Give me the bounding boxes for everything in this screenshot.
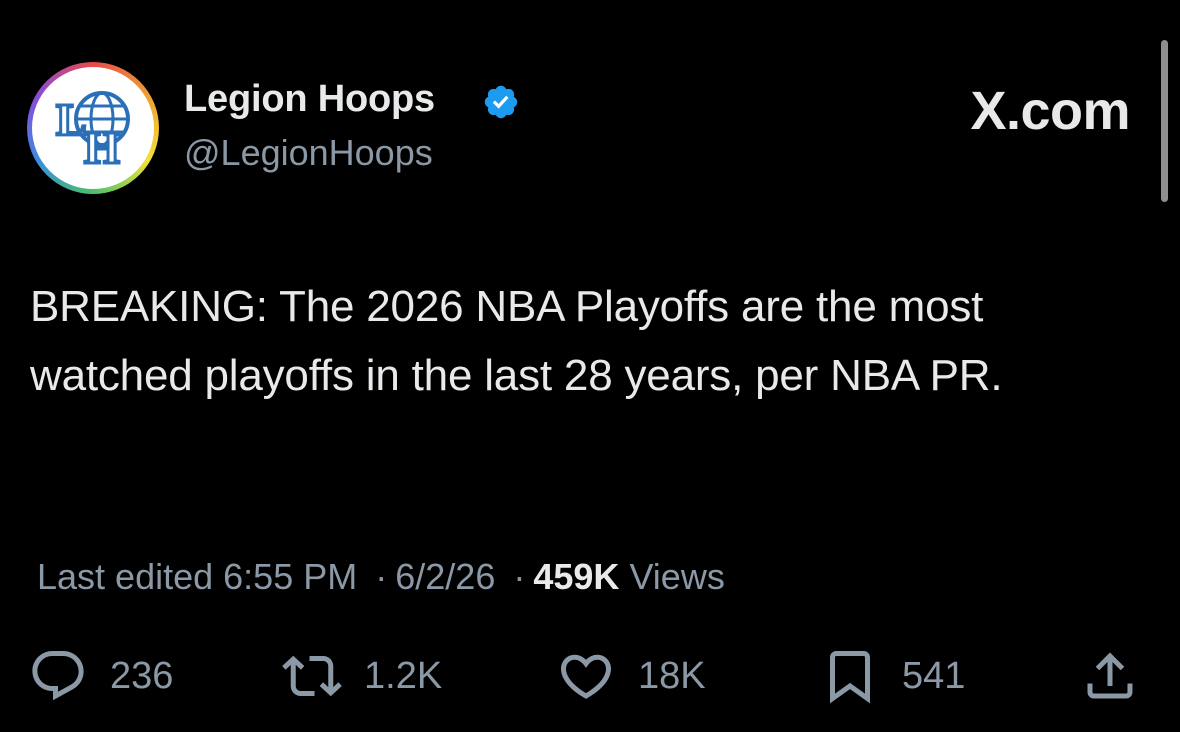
site-label: X.com: [970, 81, 1130, 141]
repost-icon: [282, 655, 342, 697]
svg-text:L: L: [56, 94, 87, 145]
svg-text:H: H: [84, 122, 120, 173]
author-handle[interactable]: @LegionHoops: [184, 132, 433, 174]
views-count: 459K: [533, 556, 620, 597]
reply-count: 236: [110, 654, 174, 697]
like-button[interactable]: 18K: [556, 646, 706, 706]
views-label: Views: [629, 556, 725, 597]
bookmark-icon: [830, 651, 870, 704]
verified-badge-icon: [484, 85, 518, 119]
bookmark-count: 541: [902, 654, 966, 697]
share-button[interactable]: [1080, 646, 1140, 706]
repost-count: 1.2K: [364, 654, 443, 697]
heart-icon: [560, 654, 612, 699]
edited-label[interactable]: Last edited: [37, 556, 213, 597]
tweet-meta: Last edited 6:55 PM · 6/2/26 · 459K Views: [37, 556, 725, 598]
repost-button[interactable]: 1.2K: [282, 646, 442, 706]
legion-hoops-logo-icon: L H: [55, 91, 130, 175]
share-icon: [1087, 652, 1133, 699]
meta-separator: ·: [513, 556, 526, 597]
bookmark-button[interactable]: 541: [820, 646, 965, 706]
tweet-text: BREAKING: The 2026 NBA Playoffs are the …: [30, 282, 1003, 400]
avatar-logo: L H: [32, 67, 154, 189]
avatar[interactable]: L H: [27, 62, 159, 194]
reply-button[interactable]: 236: [28, 646, 173, 706]
scrollbar[interactable]: [1161, 40, 1168, 202]
reply-icon: [32, 651, 84, 701]
display-name[interactable]: Legion Hoops: [184, 78, 435, 121]
tweet-date[interactable]: 6/2/26: [395, 556, 495, 597]
meta-separator: ·: [375, 556, 388, 597]
like-count: 18K: [638, 654, 706, 697]
tweet-time[interactable]: 6:55 PM: [223, 556, 357, 597]
